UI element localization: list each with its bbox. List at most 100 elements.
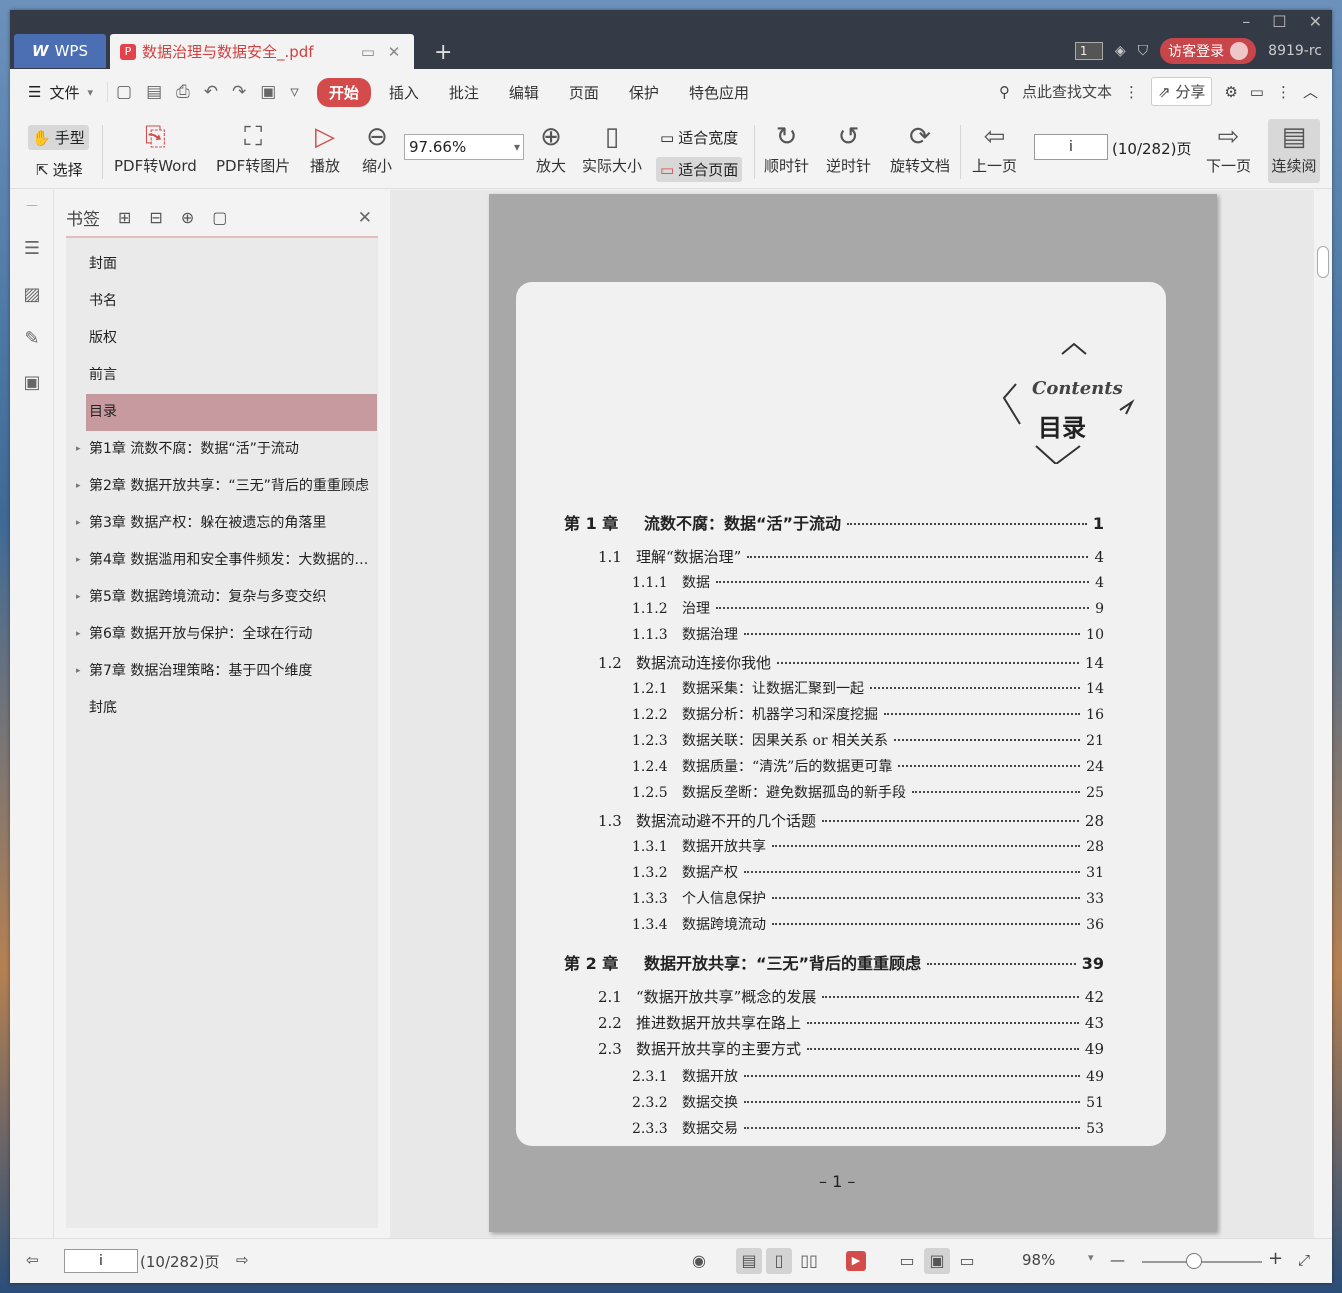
rotate-counterclockwise-button[interactable]: ↺ 逆时针 — [826, 119, 871, 176]
skin-icon[interactable]: ◈ — [1115, 43, 1126, 59]
tab-page[interactable]: 页面 — [557, 78, 611, 107]
visitor-login-button[interactable]: 访客登录 — [1160, 38, 1257, 64]
collapse-ribbon-icon[interactable]: ︿ — [1303, 81, 1318, 102]
play-slideshow-icon[interactable]: ▶ — [846, 1251, 866, 1271]
close-tab-icon[interactable]: ✕ — [384, 43, 404, 61]
tab-count-badge[interactable]: 1 — [1074, 42, 1103, 60]
actual-size-button[interactable]: ▯ 实际大小 — [582, 119, 642, 176]
save-icon[interactable]: ▤ — [146, 82, 162, 102]
more-quick-icon[interactable]: ▿ — [290, 82, 299, 102]
new-tab-button[interactable]: + — [434, 40, 452, 65]
message-icon[interactable]: ▭ — [1250, 83, 1264, 101]
expand-arrow-icon[interactable]: ▸ — [76, 431, 81, 468]
bookmark-item[interactable]: 目录 — [86, 394, 377, 431]
expand-arrow-icon[interactable]: ▸ — [76, 468, 81, 505]
continuous-view-icon[interactable]: ▤ — [736, 1248, 762, 1274]
expand-all-icon[interactable]: ⊞ — [118, 208, 131, 227]
status-zoom-value[interactable]: 98% — [1022, 1251, 1055, 1269]
wps-home-tab[interactable]: W WPS — [14, 34, 106, 68]
next-page-button[interactable]: ⇨ 下一页 — [1206, 119, 1251, 176]
tab-annotate[interactable]: 批注 — [437, 78, 491, 107]
scroll-thumb[interactable] — [1317, 246, 1329, 278]
bookmark-item[interactable]: ▸ 第7章 数据治理策略：基于四个维度 — [66, 653, 378, 690]
zoom-slider-knob[interactable] — [1186, 1253, 1202, 1269]
actual-size-status-icon[interactable]: ▭ — [894, 1248, 920, 1274]
eye-care-icon[interactable]: ◉ — [686, 1248, 712, 1274]
single-page-view-icon[interactable]: ▯ — [766, 1248, 792, 1274]
vertical-scrollbar[interactable] — [1314, 190, 1332, 1238]
close-panel-icon[interactable]: ✕ — [358, 208, 372, 228]
fit-width-button[interactable]: ▭ 适合宽度 — [656, 125, 742, 150]
window-mode-icon[interactable]: ▭ — [358, 43, 378, 61]
find-text-input[interactable]: 点此查找文本 — [1022, 81, 1112, 102]
tab-edit[interactable]: 编辑 — [497, 78, 551, 107]
expand-arrow-icon[interactable]: ▸ — [76, 579, 81, 616]
pdf-to-image-button[interactable]: ⛶ PDF转图片 — [216, 119, 290, 176]
rotate-clockwise-button[interactable]: ↻ 顺时针 — [764, 119, 809, 176]
image-export-icon[interactable]: ▣ — [21, 372, 43, 394]
bookmark-settings-icon[interactable]: ▢ — [212, 208, 227, 227]
undo-icon[interactable]: ↶ — [204, 82, 218, 102]
bookmark-item[interactable]: ▸ 第3章 数据产权：躲在被遗忘的角落里 — [66, 505, 378, 542]
bookmark-item[interactable]: 封面 — [66, 246, 378, 283]
fit-width-status-icon[interactable]: ▭ — [954, 1248, 980, 1274]
play-button[interactable]: ▷ 播放 — [310, 119, 340, 176]
tab-start[interactable]: 开始 — [316, 77, 371, 107]
zoom-minus-button[interactable]: — — [1110, 1251, 1125, 1269]
rotate-document-button[interactable]: ⟳ 旋转文档 — [890, 119, 950, 176]
bookmark-list-icon[interactable]: ☰ — [21, 238, 43, 260]
zoom-slider-track[interactable] — [1142, 1261, 1262, 1263]
redo-icon[interactable]: ↷ — [232, 82, 246, 102]
expand-arrow-icon[interactable]: ▸ — [76, 616, 81, 653]
zoom-in-button[interactable]: ⊕ 放大 — [536, 119, 566, 176]
pdf-to-word-button[interactable]: ⎘ PDF转Word — [114, 119, 197, 176]
zoom-input[interactable]: 97.66% — [404, 134, 524, 160]
tab-protect[interactable]: 保护 — [617, 78, 671, 107]
select-tool-button[interactable]: ⇱ 选择 — [32, 157, 87, 182]
share-button[interactable]: ⇗ 分享 — [1150, 77, 1213, 106]
shirt-icon[interactable]: ⛉ — [1138, 43, 1149, 59]
page-number-input[interactable]: i — [1034, 134, 1108, 160]
tab-features[interactable]: 特色应用 — [677, 78, 761, 107]
hand-tool-button[interactable]: ✋ 手型 — [28, 125, 89, 150]
prev-page-button[interactable]: ⇦ 上一页 — [972, 119, 1017, 176]
thumbnail-icon[interactable]: ▨ — [21, 284, 43, 306]
more-menu-icon[interactable]: ⋮ — [1276, 83, 1291, 101]
search-icon[interactable]: ⚲ — [999, 83, 1010, 101]
expand-arrow-icon[interactable]: ▸ — [76, 653, 81, 690]
print-icon[interactable]: ⎙ — [176, 82, 190, 102]
export-image-icon[interactable]: ▣ — [260, 82, 276, 102]
zoom-plus-button[interactable]: + — [1268, 1248, 1283, 1269]
maximize-button[interactable]: ☐ — [1272, 12, 1286, 31]
expand-arrow-icon[interactable]: ▸ — [76, 542, 81, 579]
document-tab[interactable]: P 数据治理与数据安全_.pdf ▭ ✕ — [110, 34, 414, 69]
fit-page-button[interactable]: ▭ 适合页面 — [656, 157, 743, 182]
status-page-input[interactable]: i — [64, 1249, 138, 1273]
continuous-read-button[interactable]: ▤ 连续阅 — [1268, 119, 1320, 183]
expand-arrow-icon[interactable]: ▸ — [76, 505, 81, 542]
fit-page-status-icon[interactable]: ▣ — [924, 1248, 950, 1274]
more-vertical-icon[interactable]: ⋮ — [1124, 83, 1139, 101]
file-menu[interactable]: ☰ 文件 ▾ — [10, 82, 107, 103]
zoom-out-button[interactable]: ⊖ 缩小 — [362, 119, 392, 176]
bookmark-item[interactable]: ▸ 第5章 数据跨境流动：复杂与多变交织 — [66, 579, 378, 616]
tab-insert[interactable]: 插入 — [377, 78, 431, 107]
two-page-view-icon[interactable]: ▯▯ — [796, 1248, 822, 1274]
add-bookmark-icon[interactable]: ⊕ — [181, 208, 194, 227]
bookmark-item[interactable]: 版权 — [66, 320, 378, 357]
bookmark-item[interactable]: ▸ 第1章 流数不腐：数据“活”于流动 — [66, 431, 378, 468]
gear-icon[interactable]: ⚙ — [1224, 83, 1237, 101]
bookmark-item[interactable]: 封底 — [66, 690, 378, 727]
open-folder-icon[interactable]: ▢ — [116, 82, 132, 102]
status-next-page-icon[interactable]: ⇨ — [236, 1251, 249, 1269]
zoom-dropdown-icon[interactable]: ▾ — [1088, 1251, 1094, 1264]
collapse-all-icon[interactable]: ⊟ — [149, 208, 162, 227]
fullscreen-icon[interactable]: ⤢ — [1298, 1251, 1310, 1269]
close-window-button[interactable]: ✕ — [1309, 12, 1322, 31]
bookmark-item[interactable]: ▸ 第4章 数据滥用和安全事件频发：大数据的阴暗面 — [66, 542, 378, 579]
bookmark-item[interactable]: ▸ 第2章 数据开放共享：“三无”背后的重重顾虑 — [66, 468, 378, 505]
bookmark-item[interactable]: ▸ 第6章 数据开放与保护：全球在行动 — [66, 616, 378, 653]
bookmark-item[interactable]: 书名 — [66, 283, 378, 320]
minimize-button[interactable]: – — [1242, 12, 1250, 31]
annotation-icon[interactable]: ✎ — [21, 328, 43, 350]
